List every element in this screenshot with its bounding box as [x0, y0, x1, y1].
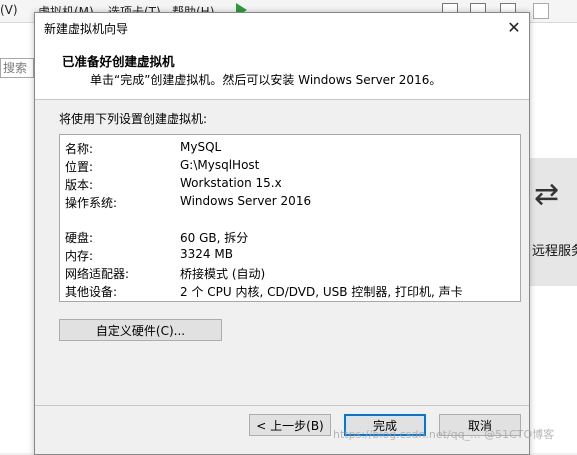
page-subtitle: 单击“完成”创建虚拟机。然后可以安装 Windows Server 2016。 — [90, 73, 442, 87]
summary-value: Windows Server 2016 — [180, 194, 312, 208]
summary-key: 其他设备: — [65, 285, 118, 299]
dialog-titlebar[interactable]: 新建虚拟机向导 ✕ — [35, 13, 529, 43]
view-toolbar-icon[interactable] — [533, 3, 549, 19]
summary-row-location: 位置: G:\MysqlHost — [60, 158, 520, 176]
remote-server-card[interactable]: ⇄ 远程服务 — [528, 158, 577, 286]
summary-row-name: 名称: MySQL — [60, 140, 520, 158]
page-title: 已准备好创建虚拟机 — [62, 54, 175, 69]
settings-summary-list: 名称: MySQL 位置: G:\MysqlHost 版本: Workstati… — [59, 134, 521, 302]
library-search-input[interactable]: 搜索 — [0, 58, 34, 78]
summary-key: 位置: — [65, 160, 94, 174]
dialog-title: 新建虚拟机向导 — [44, 22, 129, 36]
remote-server-label: 远程服务 — [532, 244, 577, 259]
summary-row-os: 操作系统: Windows Server 2016 — [60, 194, 520, 212]
summary-value: 3324 MB — [180, 247, 233, 261]
summary-value: 2 个 CPU 内核, CD/DVD, USB 控制器, 打印机, 声卡 — [180, 285, 463, 299]
summary-row-version: 版本: Workstation 15.x — [60, 176, 520, 194]
back-button[interactable]: < 上一步(B) — [249, 414, 331, 436]
summary-key: 操作系统: — [65, 196, 118, 210]
settings-intro-label: 将使用下列设置创建虚拟机: — [59, 112, 208, 126]
wizard-header: 已准备好创建虚拟机 单击“完成”创建虚拟机。然后可以安装 Windows Ser… — [35, 43, 529, 100]
summary-value: 60 GB, 拆分 — [180, 231, 249, 245]
summary-row-other-devices: 其他设备: 2 个 CPU 内核, CD/DVD, USB 控制器, 打印机, … — [60, 283, 520, 301]
new-vm-wizard-dialog: 新建虚拟机向导 ✕ 已准备好创建虚拟机 单击“完成”创建虚拟机。然后可以安装 W… — [34, 12, 530, 455]
summary-key: 网络适配器: — [65, 267, 130, 281]
menu-view[interactable]: (V) — [0, 3, 18, 17]
summary-value: MySQL — [180, 140, 222, 154]
library-sidebar — [0, 23, 35, 453]
summary-row-network: 网络适配器: 桥接模式 (自动) — [60, 265, 520, 283]
summary-key: 硬盘: — [65, 231, 94, 245]
summary-value: G:\MysqlHost — [180, 158, 260, 172]
close-icon[interactable]: ✕ — [501, 15, 527, 41]
watermark: https://blog.csdn.net/qq_... @51CTO博客 — [333, 428, 555, 441]
summary-row-memory: 内存: 3324 MB — [60, 247, 520, 265]
footer-divider — [35, 405, 529, 406]
summary-key: 名称: — [65, 142, 94, 156]
customize-hardware-button[interactable]: 自定义硬件(C)... — [59, 319, 222, 341]
swap-arrows-icon: ⇄ — [534, 177, 560, 212]
summary-key: 版本: — [65, 178, 94, 192]
summary-value: Workstation 15.x — [180, 176, 282, 190]
summary-value: 桥接模式 (自动) — [180, 267, 266, 281]
summary-key: 内存: — [65, 249, 94, 263]
summary-row-disk: 硬盘: 60 GB, 拆分 — [60, 229, 520, 247]
